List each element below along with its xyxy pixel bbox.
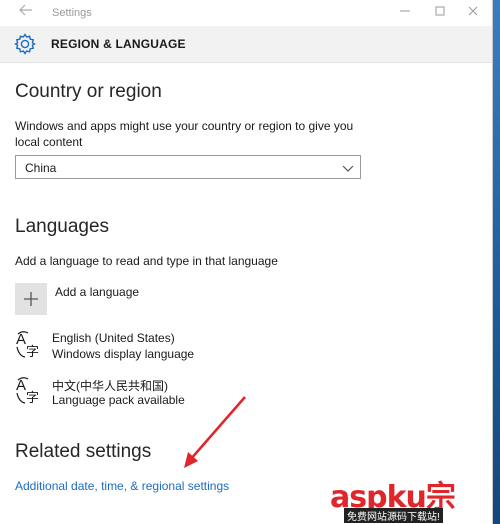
maximize-icon[interactable] (431, 4, 449, 22)
gear-icon (13, 32, 37, 56)
chevron-down-icon (342, 161, 354, 173)
country-select[interactable]: China (15, 155, 361, 179)
svg-text:A: A (16, 377, 26, 394)
language-item-english[interactable]: A 字 English (United States) Windows disp… (15, 330, 275, 364)
desktop-background (492, 0, 500, 524)
settings-window: Settings REGION & LANGUAGE Country or re… (0, 0, 492, 524)
language-name: English (United States) (52, 331, 175, 345)
page-title: REGION & LANGUAGE (51, 37, 186, 51)
svg-text:字: 字 (26, 391, 39, 406)
language-icon: A 字 (15, 376, 45, 406)
close-icon[interactable] (464, 4, 482, 22)
add-language-button[interactable]: Add a language (15, 281, 195, 315)
country-select-value: China (25, 161, 57, 175)
minimize-icon[interactable] (396, 4, 414, 22)
additional-regional-settings-link[interactable]: Additional date, time, & regional settin… (15, 479, 229, 493)
add-language-label: Add a language (55, 285, 140, 299)
related-settings-heading: Related settings (15, 441, 152, 462)
svg-text:A: A (16, 331, 26, 348)
country-heading: Country or region (15, 81, 162, 102)
language-item-chinese[interactable]: A 字 中文(中华人民共和国) Language pack available (15, 376, 275, 410)
page-header: REGION & LANGUAGE (0, 26, 492, 63)
watermark: aspku宗 免费网站源码下载站! (330, 472, 492, 524)
languages-description: Add a language to read and type in that … (15, 254, 278, 268)
language-status: Windows display language (52, 347, 195, 361)
svg-text:字: 字 (26, 345, 39, 360)
country-description: Windows and apps might use your country … (15, 119, 354, 149)
language-icon: A 字 (15, 330, 45, 360)
plus-icon (15, 283, 47, 315)
language-status: Language pack available (52, 393, 185, 407)
watermark-subtitle: 免费网站源码下载站! (344, 508, 443, 523)
back-icon[interactable] (17, 3, 35, 21)
window-title: Settings (52, 7, 92, 19)
languages-heading: Languages (15, 216, 110, 237)
settings-content: Country or region Windows and apps might… (0, 63, 492, 524)
language-name: 中文(中华人民共和国) (52, 379, 168, 393)
title-bar: Settings (0, 0, 492, 26)
